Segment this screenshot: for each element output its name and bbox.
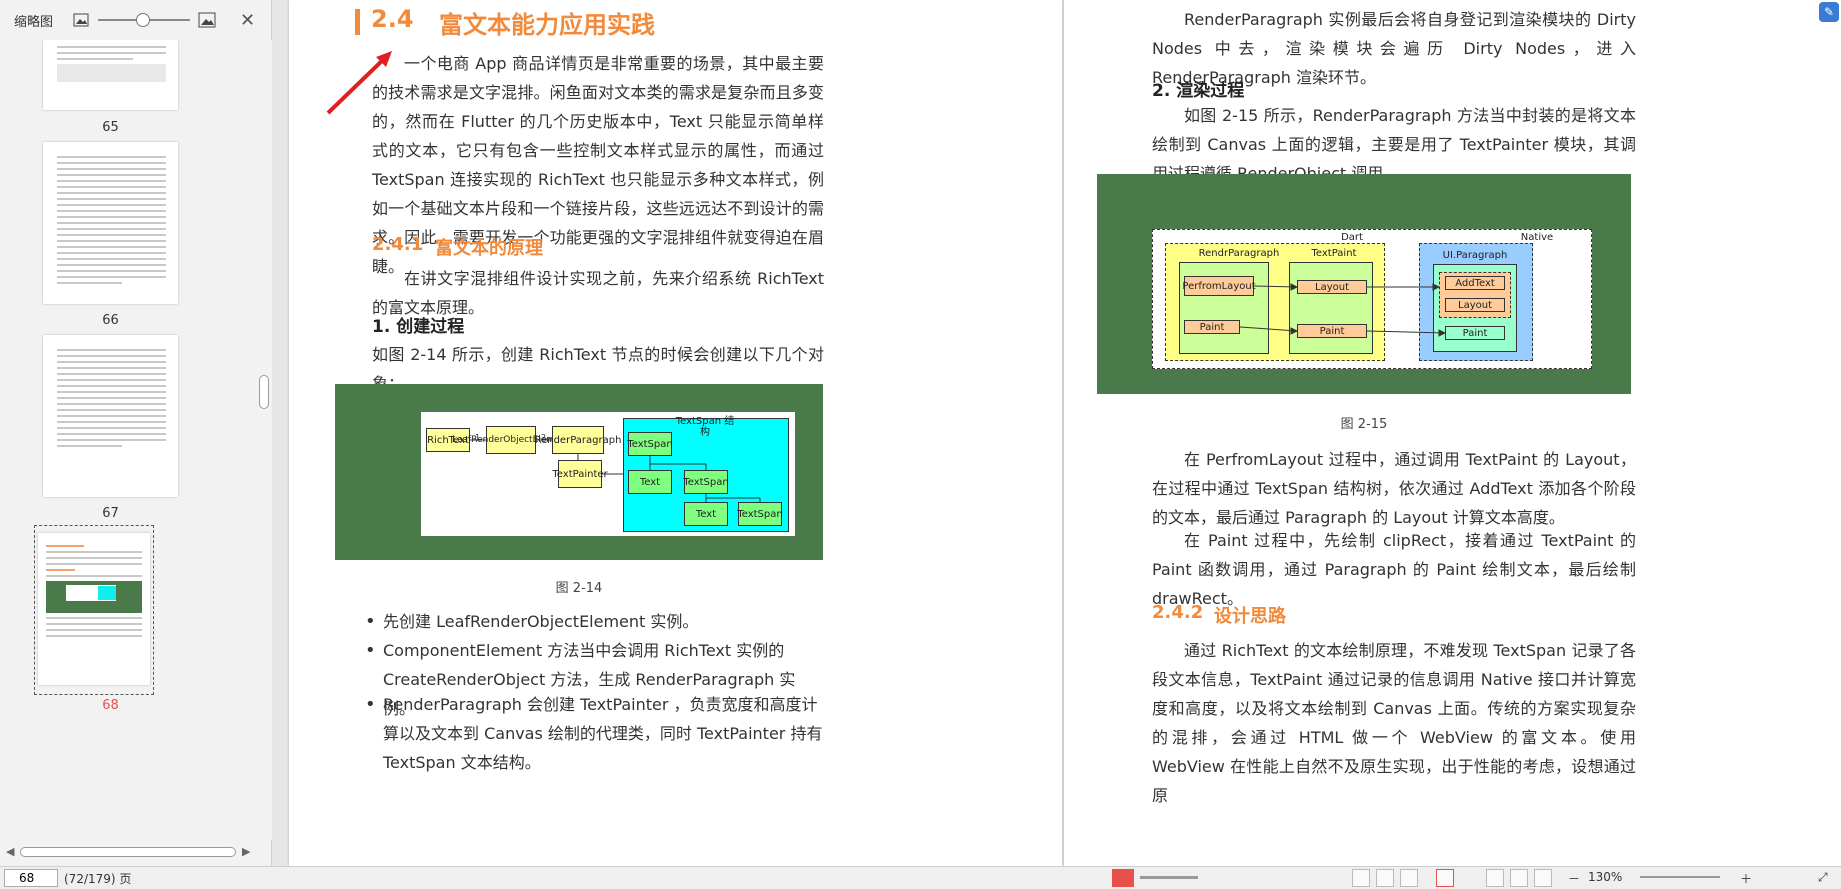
scrollbar-thumb[interactable]	[20, 847, 236, 857]
zoom-plus-icon[interactable]: ＋	[1740, 870, 1752, 887]
paint-paragraph: 在 Paint 过程中，先绘制 clipRect，接着通过 TextPaint …	[1152, 531, 1636, 608]
thumbnail-label: 65	[102, 120, 119, 135]
page-number-input[interactable]	[4, 869, 58, 887]
sidebar-title: 缩略图	[14, 14, 54, 30]
subsection-number: 2.4.2	[1152, 602, 1204, 623]
document-page-left: 2.4 富文本能力应用实践 一个电商 App 商品详情页是非常重要的场景，其中最…	[289, 0, 1062, 866]
sidebar-horizontal-scrollbar[interactable]: ◀ ▶	[0, 843, 256, 861]
figure-2-15-connectors	[1239, 283, 1447, 337]
bullet-item: 先创建 LeafRenderObjectElement 实例。	[363, 607, 825, 636]
scrollbar-thumb[interactable]	[259, 375, 269, 409]
app-icon[interactable]	[1112, 869, 1134, 887]
heading-render-process: 2. 渲染过程	[1152, 81, 1245, 101]
close-icon[interactable]: ✕	[240, 10, 255, 31]
figure-2-14: RichText LeafRenderObjectElement RenderP…	[335, 384, 823, 560]
fullscreen-icon[interactable]: ⤢	[1818, 870, 1828, 885]
subsection-title: 设计思路	[1214, 606, 1286, 627]
figure-2-14-connectors	[470, 439, 761, 502]
single-page-view-icon[interactable]	[1352, 869, 1370, 887]
design-paragraph: 通过 RichText 的文本绘制原理，不难发现 TextSpan 记录了各段文…	[1152, 641, 1636, 805]
scroll-left-arrow-icon[interactable]: ◀	[6, 845, 14, 858]
fit-page-icon[interactable]	[1510, 869, 1528, 887]
play-icon[interactable]	[1436, 869, 1454, 887]
thumbnail-label: 67	[102, 506, 119, 521]
annotation-arrow[interactable]	[320, 45, 400, 120]
rotate-icon[interactable]	[1486, 869, 1504, 887]
figure-caption: 图 2-14	[555, 581, 603, 596]
progress-indicator	[1140, 876, 1198, 879]
thumbnail-page-66[interactable]	[43, 142, 178, 304]
assistant-badge-icon[interactable]: ✎	[1819, 2, 1839, 22]
bullet-item: RenderParagraph 会创建 TextPainter ，负责宽度和高度…	[363, 690, 825, 777]
connector-label-2: 2	[541, 433, 547, 442]
thumbnail-list: 65 66 67 68	[0, 40, 256, 840]
double-page-view-icon[interactable]	[1376, 869, 1394, 887]
document-page-right: RenderParagraph 实例最后会将自身登记到渲染模块的 Dirty N…	[1064, 0, 1841, 866]
slider-handle[interactable]	[136, 13, 150, 27]
thumbnail-page-67[interactable]	[43, 335, 178, 497]
connector-label-1: 1	[475, 433, 481, 442]
zoom-minus-icon[interactable]: －	[1568, 870, 1580, 887]
status-bar: (72/179) 页 － 130% ＋ ⤢	[0, 866, 1841, 889]
page-count: (72/179) 页	[64, 872, 132, 886]
layout-paragraph: 在 PerfromLayout 过程中，通过调用 TextPaint 的 Lay…	[1152, 450, 1636, 527]
thumbnail-sidebar: 缩略图 ✕ 65 66 67 68 ◀ ▶	[0, 0, 272, 866]
sidebar-vertical-scrollbar[interactable]	[256, 40, 272, 840]
figure-caption: 图 2-15	[1340, 417, 1388, 432]
thumbnail-label: 66	[102, 313, 119, 328]
thumbnail-page-68[interactable]	[38, 533, 150, 685]
thumbnail-label-current: 68	[102, 698, 119, 713]
zoom-slider[interactable]	[1640, 876, 1720, 878]
continuous-view-icon[interactable]	[1400, 869, 1418, 887]
fit-width-icon[interactable]	[1534, 869, 1552, 887]
small-thumbnail-icon[interactable]	[70, 9, 92, 31]
section-title: 富文本能力应用实践	[439, 11, 655, 39]
subsection-number: 2.4.1	[372, 234, 424, 255]
section-number: 2.4	[371, 5, 414, 33]
large-thumbnail-icon[interactable]	[196, 9, 218, 31]
thumbnail-page-65[interactable]	[43, 40, 178, 110]
heading-marker	[355, 9, 360, 35]
sidebar-header: 缩略图 ✕	[0, 0, 272, 40]
heading-create-process: 1. 创建过程	[372, 317, 465, 337]
subsection-title: 富文本的原理	[435, 238, 543, 259]
scroll-right-arrow-icon[interactable]: ▶	[242, 845, 250, 858]
zoom-level: 130%	[1588, 870, 1623, 884]
thumbnail-zoom-slider[interactable]	[98, 12, 190, 28]
figure-2-15: Dart Native RendrParagraph PerfromLayout…	[1097, 174, 1631, 394]
